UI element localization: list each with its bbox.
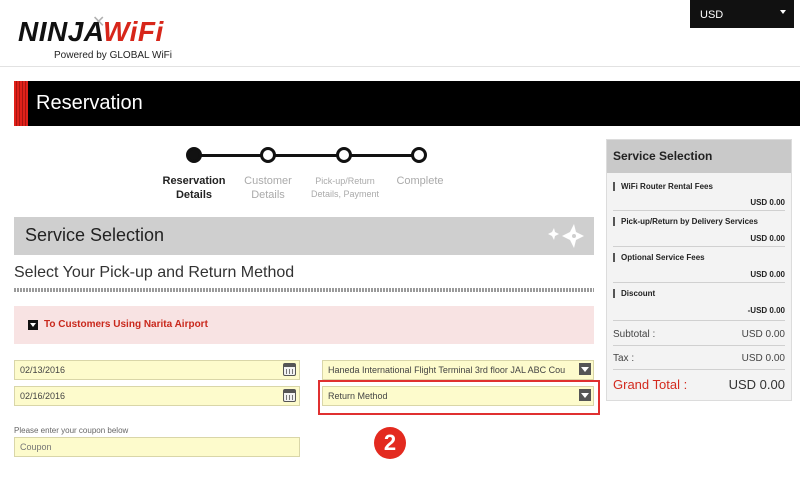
chevron-down-icon	[579, 389, 591, 401]
tax-label: Tax :	[613, 353, 635, 364]
coupon-label: Please enter your coupon below	[14, 426, 129, 435]
ninja-wifi-logo[interactable]: ✕ NINJAWiFi Powered by GLOBAL WiFi	[18, 12, 208, 62]
summary-divider	[613, 369, 785, 370]
summary-item-label: Pick-up/Return by Delivery Services	[613, 217, 758, 226]
narita-notice-toggle[interactable]: To Customers Using Narita Airport	[14, 306, 594, 344]
summary-item-label: WiFi Router Rental Fees	[613, 182, 713, 191]
step-label-pickup-return-payment: Pick-up/Return Details, Payment	[310, 176, 380, 199]
grand-total-label: Grand Total :	[613, 377, 688, 392]
step-dot-reservation-details	[186, 147, 202, 163]
shuriken-decoration-icon	[534, 217, 590, 255]
subtotal-label: Subtotal :	[613, 329, 656, 340]
page-title: Reservation	[36, 92, 143, 114]
dotted-divider	[14, 288, 594, 292]
return-method-select[interactable]: Return Method	[322, 386, 594, 406]
summary-item-value: -USD 0.00	[747, 306, 785, 315]
currency-select[interactable]: USD	[690, 0, 794, 28]
pickup-date-field[interactable]: 02/13/2016	[14, 360, 300, 380]
summary-item-label: Optional Service Fees	[613, 253, 705, 262]
pickup-return-heading: Select Your Pick-up and Return Method	[14, 264, 295, 281]
summary-divider	[613, 282, 785, 283]
summary-divider	[613, 345, 785, 346]
grand-total-value: USD 0.00	[728, 377, 785, 392]
summary-panel: Service Selection WiFi Router Rental Fee…	[606, 139, 792, 401]
coupon-input[interactable]	[14, 437, 300, 457]
service-selection-header: Service Selection	[14, 217, 594, 255]
pickup-date-value: 02/13/2016	[20, 365, 66, 375]
pickup-location-select[interactable]: Haneda International Flight Terminal 3rd…	[322, 360, 594, 380]
header-divider	[0, 66, 800, 67]
return-method-value: Return Method	[328, 391, 388, 401]
pickup-location-value: Haneda International Flight Terminal 3rd…	[328, 365, 566, 375]
currency-value: USD	[700, 9, 724, 21]
subtotal-value: USD 0.00	[741, 329, 785, 340]
summary-item-value: USD 0.00	[750, 234, 785, 243]
step-dot-complete	[411, 147, 427, 163]
summary-divider	[613, 210, 785, 211]
section-title: Service Selection	[25, 225, 165, 245]
progress-track	[194, 154, 420, 157]
summary-header: Service Selection	[607, 140, 791, 173]
narita-notice-label: To Customers Using Narita Airport	[44, 319, 208, 330]
summary-item-label: Discount	[613, 289, 655, 298]
summary-title: Service Selection	[613, 149, 713, 163]
page-title-bar: Reservation	[14, 81, 800, 126]
logo-main-text: NINJA	[18, 16, 103, 47]
summary-item-value: USD 0.00	[750, 198, 785, 207]
step-dot-pickup-return-payment	[336, 147, 352, 163]
expand-toggle-icon	[28, 320, 38, 330]
step-number-badge: 2	[374, 427, 406, 459]
summary-divider	[613, 320, 785, 321]
logo-accent-text: WiFi	[102, 16, 164, 47]
chevron-down-icon	[780, 10, 786, 14]
title-bar-accent-stripe	[14, 81, 28, 126]
tax-value: USD 0.00	[741, 353, 785, 364]
step-label-customer-details: Customer Details	[244, 175, 292, 201]
summary-item-value: USD 0.00	[750, 270, 785, 279]
summary-divider	[613, 246, 785, 247]
step-label-reservation-details: Reservation Details	[162, 175, 226, 201]
return-date-field[interactable]: 02/16/2016	[14, 386, 300, 406]
step-dot-customer-details	[260, 147, 276, 163]
step-label-complete: Complete	[396, 175, 444, 187]
logo-tagline: Powered by GLOBAL WiFi	[54, 50, 173, 61]
calendar-icon[interactable]	[283, 389, 296, 402]
calendar-icon[interactable]	[283, 363, 296, 376]
chevron-down-icon	[579, 363, 591, 375]
return-date-value: 02/16/2016	[20, 391, 66, 401]
